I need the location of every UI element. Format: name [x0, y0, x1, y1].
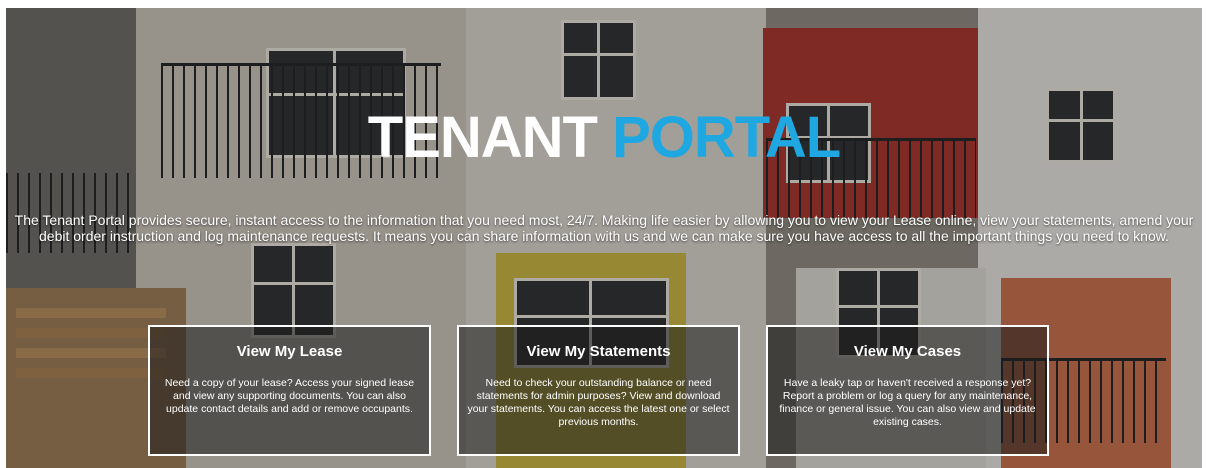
- title-tenant: TENANT: [367, 105, 613, 170]
- page-title: TENANT PORTAL: [6, 108, 1202, 168]
- intro-text: The Tenant Portal provides secure, insta…: [14, 212, 1194, 244]
- card-title: View My Lease: [236, 343, 343, 360]
- card-description: Have a leaky tap or haven't received a r…: [779, 377, 1036, 428]
- view-my-cases-card[interactable]: View My Cases Have a leaky tap or haven'…: [766, 325, 1049, 456]
- card-description: Need to check your outstanding balance o…: [467, 377, 730, 428]
- hero-banner: TENANT PORTAL The Tenant Portal provides…: [6, 8, 1202, 468]
- title-portal: PORTAL: [612, 105, 841, 170]
- card-title: View My Cases: [853, 343, 962, 360]
- card-description: Need a copy of your lease? Access your s…: [164, 377, 415, 415]
- view-my-statements-card[interactable]: View My Statements Need to check your ou…: [457, 325, 740, 456]
- view-my-lease-card[interactable]: View My Lease Need a copy of your lease?…: [148, 325, 431, 456]
- card-title: View My Statements: [526, 343, 671, 360]
